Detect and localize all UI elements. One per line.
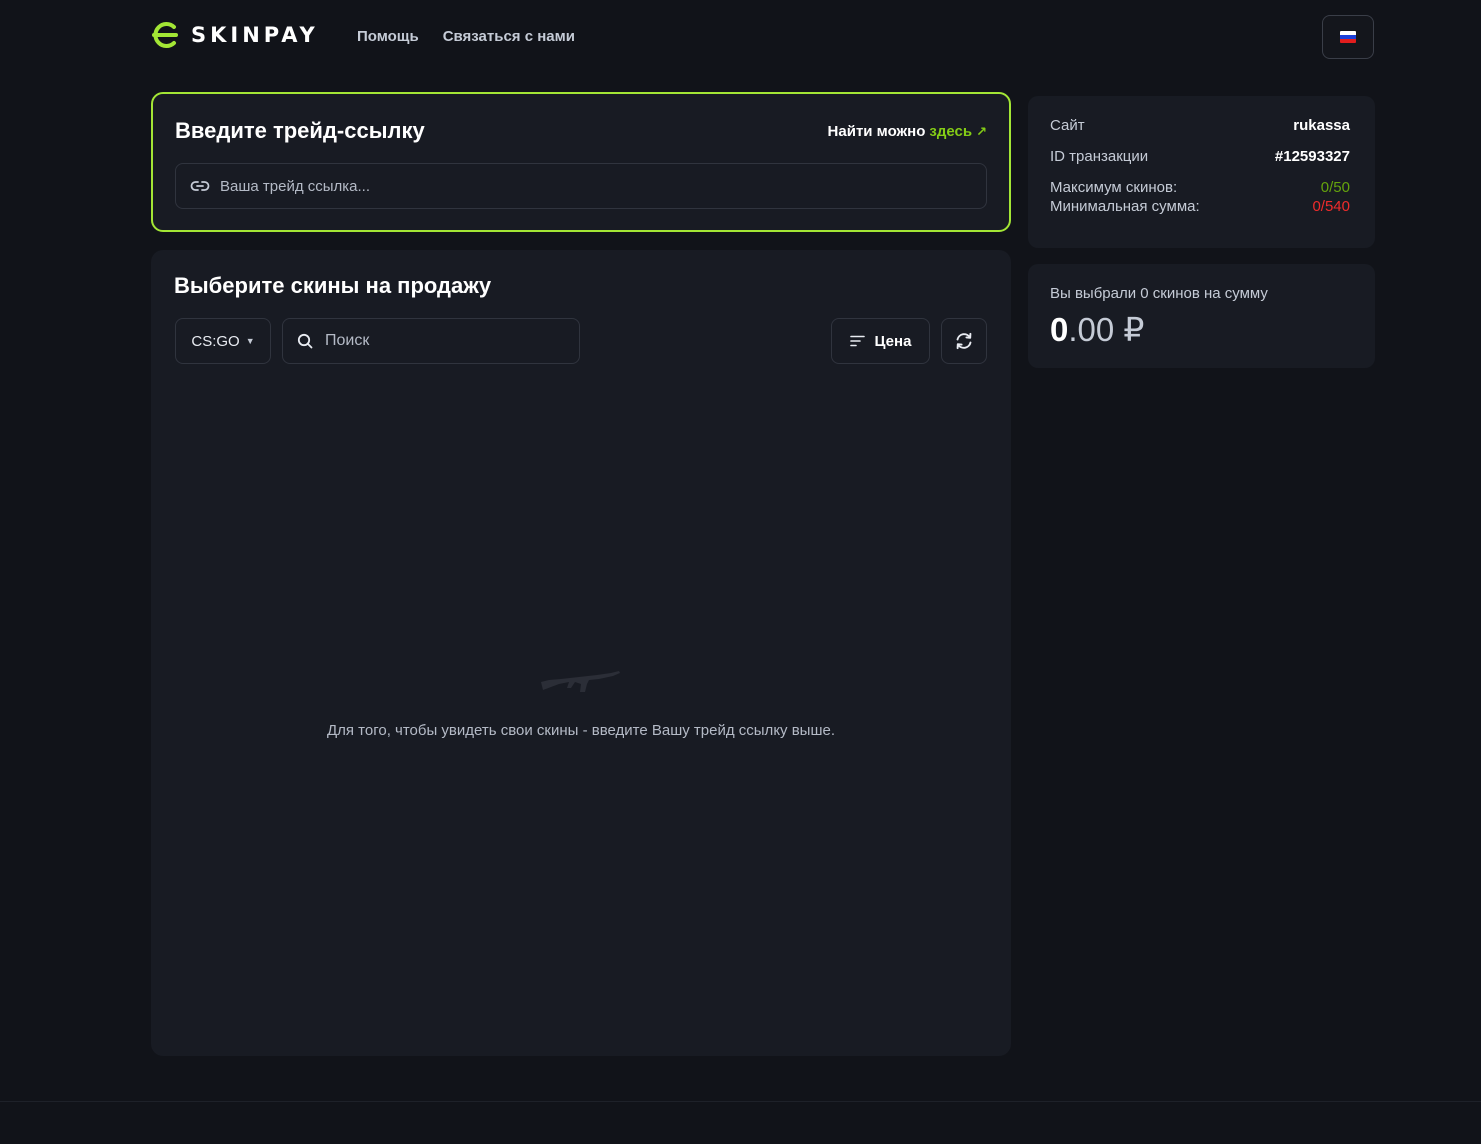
trade-link-title: Введите трейд-ссылку <box>175 118 425 143</box>
site-value: rukassa <box>1293 117 1350 134</box>
max-skins-label: Максимум скинов: <box>1050 179 1178 196</box>
transaction-info-card: Сайт rukassa ID транзакции #12593327 Мак… <box>1028 96 1375 248</box>
min-sum-label: Минимальная сумма: <box>1050 198 1200 215</box>
trade-link-input[interactable] <box>218 176 986 196</box>
skins-search-field[interactable] <box>282 318 580 364</box>
skins-search-input[interactable] <box>323 331 579 351</box>
external-arrow-icon: ↗ <box>976 123 987 139</box>
sort-lines-icon <box>849 335 865 347</box>
trade-hint-prefix: Найти можно <box>827 123 926 140</box>
info-row-max-skins: Максимум скинов: 0/50 <box>1050 179 1350 196</box>
min-sum-value: 0/540 <box>1312 198 1350 215</box>
trade-link-card: Введите трейд-ссылку Найти можно здесь ↗ <box>151 92 1011 232</box>
header: SKINPAY Помощь Связаться с нами <box>0 0 1481 80</box>
footer-divider <box>0 1101 1481 1102</box>
rifle-icon <box>541 671 620 692</box>
main-nav: Помощь Связаться с нами <box>357 28 575 45</box>
trade-link-field[interactable] <box>175 163 987 209</box>
total-integer: 0 <box>1050 311 1069 348</box>
transaction-id-value: #12593327 <box>1274 148 1350 165</box>
logo[interactable]: SKINPAY <box>151 20 319 50</box>
selection-total: 0.00 ₽ <box>1050 310 1144 349</box>
trade-link-hint: Найти можно здесь ↗ <box>828 123 987 140</box>
caret-down-icon: ▼ <box>245 336 255 346</box>
game-select-value: CS:GO <box>191 332 240 350</box>
selection-summary-card: Вы выбрали 0 скинов на сумму 0.00 ₽ <box>1028 264 1375 368</box>
max-skins-value: 0/50 <box>1320 179 1350 196</box>
language-button[interactable] <box>1322 15 1374 59</box>
transaction-id-label: ID транзакции <box>1050 148 1149 165</box>
empty-state-text: Для того, чтобы увидеть свои скины - вве… <box>326 722 836 739</box>
info-row-site: Сайт rukassa <box>1050 117 1350 134</box>
search-icon <box>297 333 313 349</box>
skins-panel: Выберите скины на продажу CS:GO ▼ Цена Д… <box>151 250 1011 1056</box>
sort-price-button[interactable]: Цена <box>831 318 930 364</box>
site-label: Сайт <box>1050 117 1085 134</box>
nav-help-link[interactable]: Помощь <box>357 28 419 45</box>
ru-flag-icon <box>1340 31 1356 43</box>
skinpay-logo-icon <box>152 22 178 48</box>
link-icon <box>190 181 210 191</box>
total-fraction: .00 ₽ <box>1068 311 1145 348</box>
logo-text: SKINPAY <box>191 23 319 47</box>
sort-price-label: Цена <box>874 332 912 350</box>
game-select[interactable]: CS:GO ▼ <box>175 318 271 364</box>
skins-title: Выберите скины на продажу <box>174 273 492 298</box>
trade-hint-link[interactable]: здесь <box>929 123 972 140</box>
empty-state: Для того, чтобы увидеть свои скины - вве… <box>151 668 1011 739</box>
nav-contact-link[interactable]: Связаться с нами <box>443 28 575 45</box>
refresh-button[interactable] <box>941 318 987 364</box>
refresh-icon <box>956 332 972 350</box>
info-row-transaction: ID транзакции #12593327 <box>1050 148 1350 165</box>
selection-summary-label: Вы выбрали 0 скинов на сумму <box>1050 285 1268 302</box>
info-row-min-sum: Минимальная сумма: 0/540 <box>1050 198 1350 215</box>
